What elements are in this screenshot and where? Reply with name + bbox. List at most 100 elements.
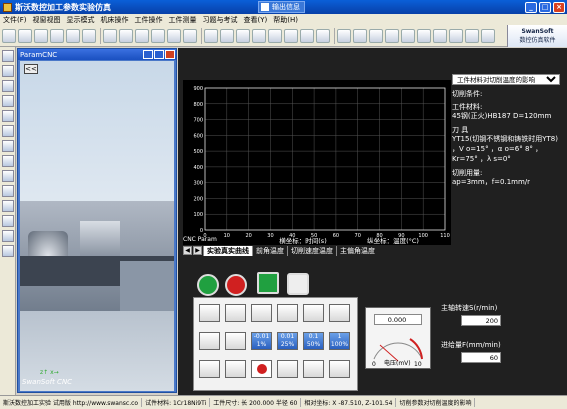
toolbar-tool-27-icon[interactable] (449, 28, 463, 43)
experiment-select[interactable]: 工件材料对切削温度的影响 (452, 74, 560, 85)
toolbar-tool-29-icon[interactable] (481, 28, 495, 43)
left-tool-7-icon[interactable] (2, 155, 14, 167)
keypad-key-5[interactable] (329, 304, 350, 322)
close-button[interactable]: × (553, 1, 565, 13)
toolbar-tool-14-icon[interactable] (236, 28, 250, 43)
tab-2[interactable]: 切削速度温度 (287, 245, 336, 256)
status-field-4: 切削参数对切削温度的影响 (396, 398, 476, 407)
toolbar-tool-23-icon[interactable] (385, 28, 399, 43)
toolbar-tool-6-icon[interactable] (103, 28, 117, 43)
keypad-key-14[interactable] (251, 360, 272, 378)
tab-next-button[interactable]: ▶ (193, 246, 202, 255)
toolbar-tool-22-icon[interactable] (369, 28, 383, 43)
output-info-tab[interactable]: 输出信息 (258, 1, 305, 13)
toolbar-tool-7-icon[interactable] (119, 28, 133, 43)
toolbar-separator (201, 27, 202, 44)
keypad-key-10[interactable]: 0.1 50% (303, 332, 324, 350)
keypad-key-11[interactable]: 1 100% (329, 332, 350, 350)
param-cnc-window: ParamCNC << z↑ x→ SwanSoft CNC (17, 48, 177, 393)
param-minimize-button[interactable] (143, 50, 153, 59)
left-tool-12-icon[interactable] (2, 230, 14, 242)
toolbar-tool-8-icon[interactable] (135, 28, 149, 43)
left-tool-0-icon[interactable] (2, 50, 14, 62)
toolbar-tool-25-icon[interactable] (417, 28, 431, 43)
menu-item-4[interactable]: 工件操作 (132, 15, 166, 25)
left-tool-5-icon[interactable] (2, 125, 14, 137)
keypad-key-0[interactable] (199, 304, 220, 322)
toolbar-tool-2-icon[interactable] (34, 28, 48, 43)
keypad-key-2[interactable] (251, 304, 272, 322)
menu-item-6[interactable]: 习题与考试 (200, 15, 241, 25)
toolbar-tool-15-icon[interactable] (252, 28, 266, 43)
left-tool-3-icon[interactable] (2, 95, 14, 107)
param-maximize-button[interactable] (154, 50, 164, 59)
machine-view[interactable]: << z↑ x→ (20, 61, 174, 391)
toolbar-tool-9-icon[interactable] (151, 28, 165, 43)
param-window-title: ParamCNC (20, 50, 58, 59)
keypad-key-8[interactable]: -0.01 1% (251, 332, 272, 350)
cycle-start-button[interactable] (257, 272, 279, 294)
toolbar-tool-16-icon[interactable] (268, 28, 282, 43)
tab-0[interactable]: 实验真实曲线 (203, 245, 252, 256)
back-button[interactable]: << (24, 64, 38, 74)
left-tool-2-icon[interactable] (2, 80, 14, 92)
toolbar-tool-5-icon[interactable] (82, 28, 96, 43)
menu-item-0[interactable]: 文件(F) (0, 15, 30, 25)
power-off-button[interactable] (225, 274, 247, 296)
y-tick-label-7: 700 (193, 118, 203, 124)
menu-item-2[interactable]: 显示模式 (64, 15, 98, 25)
toolbar-tool-3-icon[interactable] (50, 28, 64, 43)
menu-item-3[interactable]: 机床操作 (98, 15, 132, 25)
toolbar-tool-18-icon[interactable] (300, 28, 314, 43)
toolbar-tool-12-icon[interactable] (204, 28, 218, 43)
toolbar-tool-13-icon[interactable] (220, 28, 234, 43)
toolbar-tool-1-icon[interactable] (18, 28, 32, 43)
toolbar-tool-26-icon[interactable] (433, 28, 447, 43)
power-on-button[interactable] (197, 274, 219, 296)
toolbar-tool-19-icon[interactable] (316, 28, 330, 43)
keypad-key-17[interactable] (329, 360, 350, 378)
keypad-key-3[interactable] (277, 304, 298, 322)
toolbar-tool-20-icon[interactable] (337, 28, 351, 43)
toolbar-tool-11-icon[interactable] (183, 28, 197, 43)
menu-item-7[interactable]: 查看(Y) (241, 15, 271, 25)
left-tool-11-icon[interactable] (2, 215, 14, 227)
keypad-key-12[interactable] (199, 360, 220, 378)
left-tool-13-icon[interactable] (2, 245, 14, 257)
left-tool-10-icon[interactable] (2, 200, 14, 212)
tab-1[interactable]: 前角温度 (252, 245, 287, 256)
minimize-button[interactable]: _ (525, 1, 537, 13)
toolbar-tool-17-icon[interactable] (284, 28, 298, 43)
voltage-gauge: 0.000 0 10 电压(mV) (365, 307, 431, 369)
toolbar-tool-24-icon[interactable] (401, 28, 415, 43)
maximize-button[interactable]: □ (539, 1, 551, 13)
keypad-key-13[interactable] (225, 360, 246, 378)
left-tool-6-icon[interactable] (2, 140, 14, 152)
keypad-key-7[interactable] (225, 332, 246, 350)
spindle-input[interactable]: 200 (461, 315, 501, 326)
param-close-button[interactable] (165, 50, 175, 59)
keypad-key-4[interactable] (303, 304, 324, 322)
left-tool-8-icon[interactable] (2, 170, 14, 182)
tab-3[interactable]: 主偏角温度 (336, 245, 378, 256)
keypad-key-9[interactable]: 0.01 25% (277, 332, 298, 350)
toolbar-tool-10-icon[interactable] (167, 28, 181, 43)
keypad-key-1[interactable] (225, 304, 246, 322)
toolbar-tool-28-icon[interactable] (465, 28, 479, 43)
toolbar-tool-0-icon[interactable] (2, 28, 16, 43)
keypad-key-16[interactable] (303, 360, 324, 378)
menu-item-5[interactable]: 工件测量 (166, 15, 200, 25)
left-tool-9-icon[interactable] (2, 185, 14, 197)
menu-item-1[interactable]: 视窗视图 (30, 15, 64, 25)
menu-item-8[interactable]: 帮助(H) (270, 15, 301, 25)
toolbar-tool-21-icon[interactable] (353, 28, 367, 43)
toolbar-tool-4-icon[interactable] (66, 28, 80, 43)
tab-prev-button[interactable]: ◀ (183, 246, 192, 255)
record-button[interactable] (287, 273, 309, 295)
left-tool-1-icon[interactable] (2, 65, 14, 77)
left-tool-4-icon[interactable] (2, 110, 14, 122)
feed-input[interactable]: 60 (461, 352, 501, 363)
keypad-key-15[interactable] (277, 360, 298, 378)
param-footer: SwanSoft CNC (22, 378, 73, 386)
keypad-key-6[interactable] (199, 332, 220, 350)
